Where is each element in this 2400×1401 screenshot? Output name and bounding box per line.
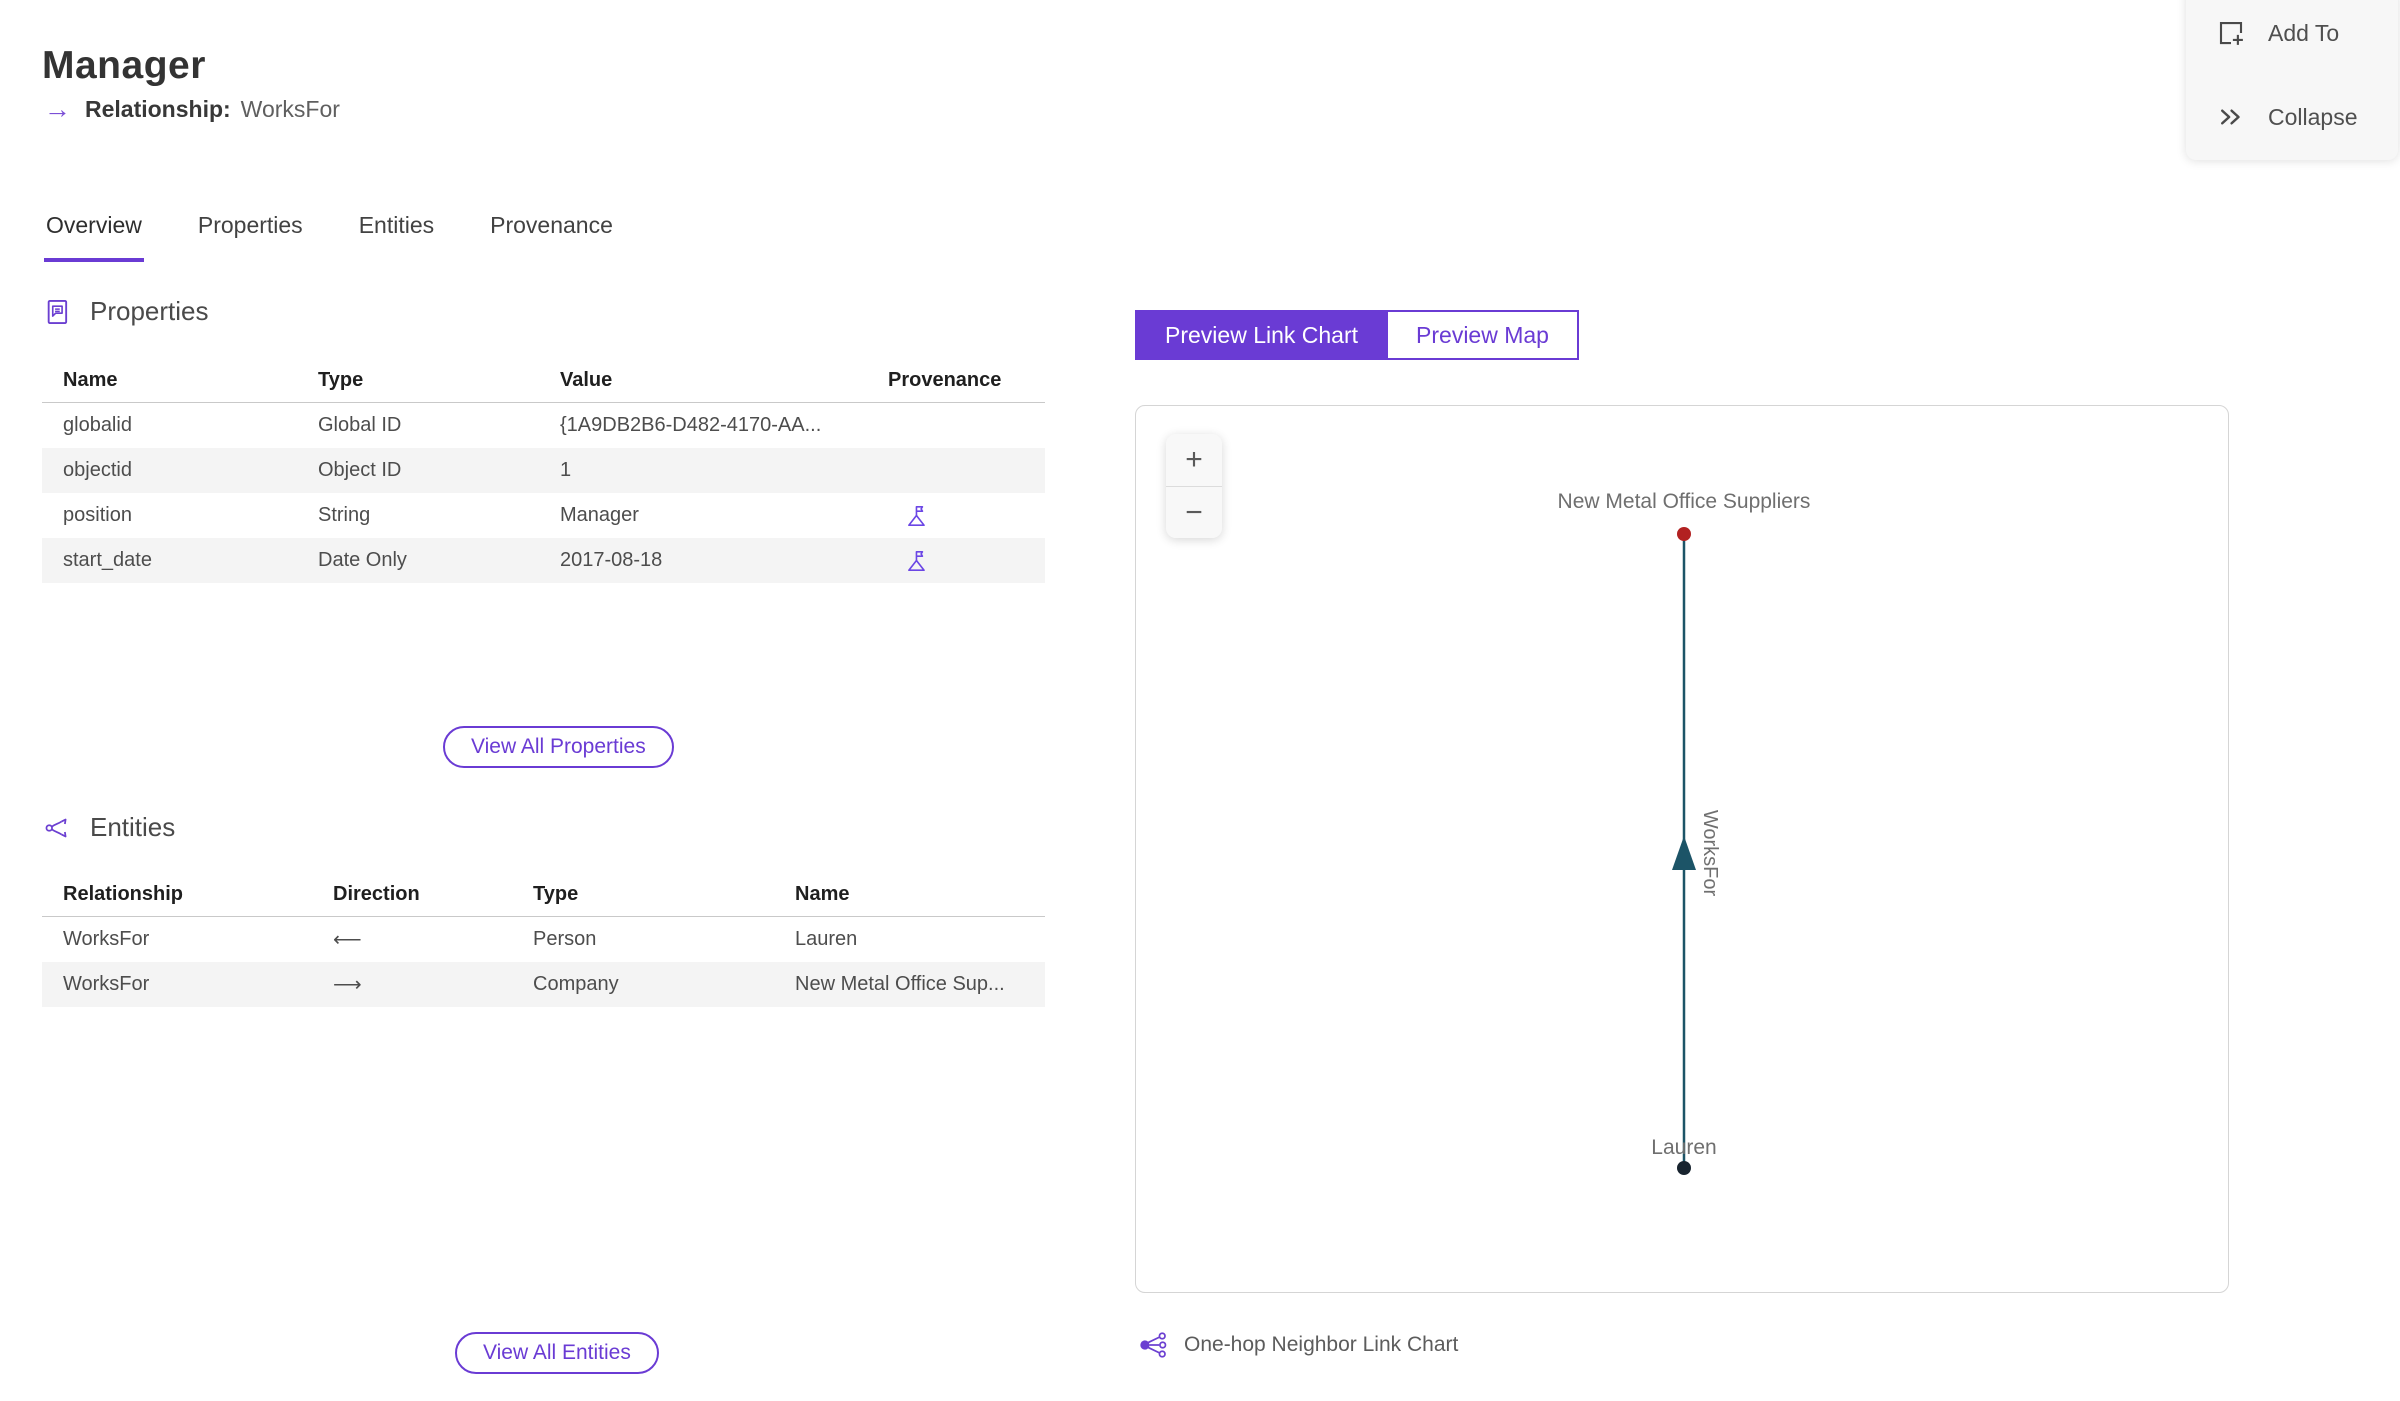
property-provenance bbox=[867, 448, 1045, 493]
property-value: Manager bbox=[560, 504, 639, 526]
property-type: Date Only bbox=[318, 549, 407, 571]
table-row: WorksFor ⟵ Person Lauren bbox=[42, 917, 1045, 963]
entity-relationship: WorksFor bbox=[63, 928, 150, 950]
edge-label: WorksFor bbox=[1699, 810, 1721, 897]
entities-table-header-row: Relationship Direction Type Name bbox=[42, 872, 1045, 917]
node-top[interactable] bbox=[1677, 527, 1691, 541]
column-header-type: Type bbox=[512, 872, 774, 917]
column-header-value: Value bbox=[539, 358, 867, 403]
entity-name-link[interactable]: Lauren bbox=[774, 917, 1045, 963]
table-row: position String Manager bbox=[42, 493, 1045, 538]
tab-overview[interactable]: Overview bbox=[44, 212, 144, 262]
property-value: 1 bbox=[560, 459, 572, 481]
properties-section-header: Properties bbox=[44, 296, 209, 327]
collapse-label: Collapse bbox=[2268, 103, 2358, 130]
property-provenance bbox=[867, 403, 1045, 449]
property-name: position bbox=[63, 504, 132, 526]
tab-bar: Overview Properties Entities Provenance bbox=[44, 212, 615, 262]
column-header-provenance: Provenance bbox=[867, 358, 1045, 403]
preview-link-chart-button[interactable]: Preview Link Chart bbox=[1135, 310, 1389, 360]
property-value: {1A9DB2B6-D482-4170-AA... bbox=[560, 414, 822, 436]
entity-type: Person bbox=[533, 928, 597, 950]
add-to-label: Add To bbox=[2268, 19, 2340, 46]
property-value: 2017-08-18 bbox=[560, 549, 663, 571]
entity-name-link[interactable]: New Metal Office Sup... bbox=[774, 962, 1045, 1007]
column-header-direction: Direction bbox=[312, 872, 512, 917]
property-name: objectid bbox=[63, 459, 132, 481]
column-header-name: Name bbox=[774, 872, 1045, 917]
relationship-subtitle: → Relationship: WorksFor bbox=[44, 96, 340, 123]
provenance-flag-icon[interactable] bbox=[904, 503, 930, 529]
one-hop-link-chart-icon bbox=[1140, 1332, 1167, 1358]
properties-section-title: Properties bbox=[90, 296, 209, 326]
entity-relationship: WorksFor bbox=[63, 973, 150, 995]
property-type: Global ID bbox=[318, 414, 402, 436]
relationship-label: Relationship: bbox=[85, 96, 231, 122]
entity-direction-arrow: ⟵ bbox=[333, 929, 362, 951]
zoom-out-button[interactable]: − bbox=[1166, 486, 1222, 538]
double-chevron-right-icon bbox=[2221, 109, 2240, 125]
add-to-icon bbox=[2219, 21, 2243, 45]
property-provenance bbox=[867, 538, 1045, 583]
view-all-entities-button[interactable]: View All Entities bbox=[455, 1332, 659, 1374]
preview-toggle-group: Preview Link Chart Preview Map bbox=[1135, 310, 1579, 360]
edge-arrowhead-icon bbox=[1672, 836, 1696, 870]
tab-provenance[interactable]: Provenance bbox=[488, 212, 615, 262]
column-header-relationship: Relationship bbox=[42, 872, 312, 917]
table-row: objectid Object ID 1 bbox=[42, 448, 1045, 493]
entities-table-body: WorksFor ⟵ Person Lauren WorksFor ⟶ Comp… bbox=[42, 917, 1045, 1007]
page-title: Manager bbox=[42, 44, 206, 88]
add-to-button[interactable]: Add To bbox=[2216, 18, 2339, 48]
zoom-in-button[interactable]: + bbox=[1166, 434, 1222, 486]
preview-map-button[interactable]: Preview Map bbox=[1388, 310, 1579, 360]
entities-section-header: Entities bbox=[44, 812, 175, 843]
column-header-name: Name bbox=[42, 358, 297, 403]
properties-table-header-row: Name Type Value Provenance bbox=[42, 358, 1045, 403]
relationship-arrow-icon: → bbox=[44, 94, 71, 124]
provenance-flag-icon[interactable] bbox=[904, 548, 930, 574]
link-chart-panel[interactable]: New Metal Office Suppliers WorksFor Laur… bbox=[1135, 405, 2229, 1293]
node-bottom[interactable] bbox=[1677, 1161, 1691, 1175]
column-header-type: Type bbox=[297, 358, 539, 403]
actions-panel: Add To Collapse bbox=[2186, 0, 2398, 160]
chart-caption-label: One-hop Neighbor Link Chart bbox=[1184, 1333, 1459, 1356]
properties-icon bbox=[47, 299, 68, 324]
link-chart[interactable]: New Metal Office Suppliers WorksFor Laur… bbox=[1136, 406, 2228, 1292]
properties-table-body: globalid Global ID {1A9DB2B6-D482-4170-A… bbox=[42, 403, 1045, 583]
table-row: globalid Global ID {1A9DB2B6-D482-4170-A… bbox=[42, 403, 1045, 449]
table-row: start_date Date Only 2017-08-18 bbox=[42, 538, 1045, 583]
collapse-button[interactable]: Collapse bbox=[2216, 102, 2358, 132]
entities-icon bbox=[45, 818, 67, 837]
property-type: Object ID bbox=[318, 459, 402, 481]
entities-table: Relationship Direction Type Name WorksFo… bbox=[42, 872, 1045, 1007]
zoom-control: + − bbox=[1166, 434, 1222, 538]
chart-caption: One-hop Neighbor Link Chart bbox=[1138, 1330, 1458, 1360]
tab-properties[interactable]: Properties bbox=[196, 212, 305, 262]
property-name: start_date bbox=[63, 549, 152, 571]
table-row: WorksFor ⟶ Company New Metal Office Sup.… bbox=[42, 962, 1045, 1007]
relationship-value: WorksFor bbox=[240, 96, 340, 122]
entities-section-title: Entities bbox=[90, 812, 176, 842]
entity-type: Company bbox=[533, 973, 619, 995]
properties-table: Name Type Value Provenance globalid Glob… bbox=[42, 358, 1045, 583]
node-label-bottom: Lauren bbox=[1651, 1136, 1716, 1159]
tab-entities[interactable]: Entities bbox=[357, 212, 436, 262]
entity-direction-arrow: ⟶ bbox=[333, 974, 362, 996]
node-label-top: New Metal Office Suppliers bbox=[1558, 490, 1811, 513]
property-name: globalid bbox=[63, 414, 132, 436]
property-provenance bbox=[867, 493, 1045, 538]
view-all-properties-button[interactable]: View All Properties bbox=[443, 726, 674, 768]
property-type: String bbox=[318, 504, 371, 526]
